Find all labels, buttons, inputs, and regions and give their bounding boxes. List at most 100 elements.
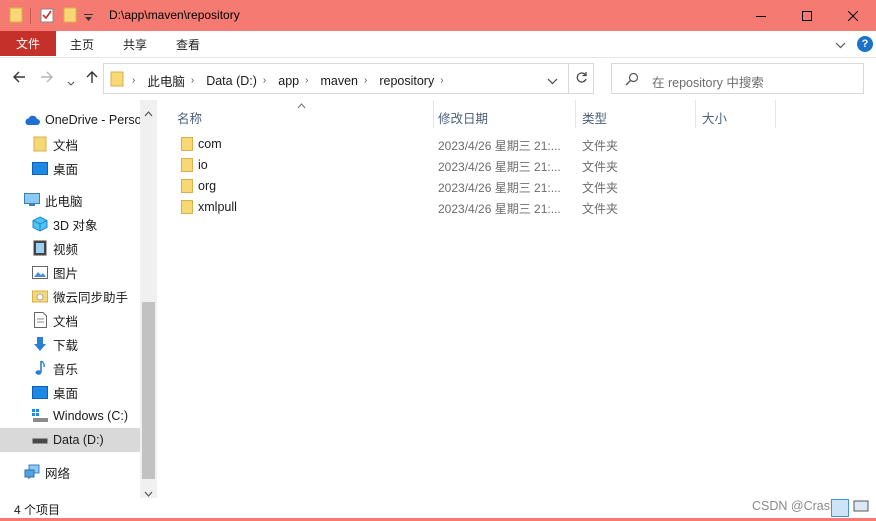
document-icon — [32, 312, 48, 328]
sidebar-item-this-pc[interactable]: 此电脑 — [0, 188, 140, 212]
column-divider[interactable] — [433, 100, 434, 128]
sidebar-item-label: 网络 — [45, 466, 71, 481]
forward-button[interactable] — [40, 70, 54, 87]
minimize-button[interactable] — [738, 0, 784, 31]
file-type: 文件夹 — [582, 202, 619, 216]
sidebar-item-label: 桌面 — [53, 162, 79, 177]
folder-icon — [181, 137, 193, 154]
drive-icon — [32, 432, 48, 448]
recent-locations-icon[interactable] — [67, 75, 75, 89]
sidebar-item-label: Data (D:) — [53, 433, 104, 447]
file-tab[interactable]: 文件 — [0, 31, 56, 56]
minimize-icon — [756, 11, 766, 21]
file-date: 2023/4/26 星期三 21:... — [438, 160, 561, 174]
list-item[interactable]: xmlpull 2023/4/26 星期三 21:... 文件夹 — [174, 197, 774, 218]
sidebar-item-onedrive[interactable]: OneDrive - Perso — [0, 108, 140, 132]
column-header-type[interactable]: 类型 — [582, 108, 607, 127]
sidebar-item-pictures[interactable]: 图片 — [0, 260, 140, 284]
sidebar-item-documents-onedrive[interactable]: 文档 — [0, 132, 140, 156]
column-header-name[interactable]: 名称 — [177, 108, 202, 127]
file-type: 文件夹 — [582, 139, 619, 153]
sidebar-item-network[interactable]: 网络 — [0, 460, 140, 484]
sidebar-item-label: 文档 — [53, 314, 79, 329]
sidebar-scrollbar[interactable] — [140, 100, 157, 498]
cloud-icon — [24, 112, 40, 128]
close-icon — [848, 10, 858, 21]
back-button[interactable] — [12, 70, 26, 87]
folder-icon — [181, 158, 193, 175]
sidebar-item-label: 文档 — [53, 138, 79, 153]
file-name: com — [198, 137, 222, 151]
chevron-right-icon[interactable]: › — [364, 75, 367, 86]
sidebar-item-label: 此电脑 — [45, 194, 83, 209]
sidebar-item-weiyun[interactable]: 微云同步助手 — [0, 284, 140, 308]
large-icons-view-button[interactable] — [853, 499, 871, 517]
desktop-icon — [32, 160, 48, 176]
search-icon — [625, 72, 639, 89]
new-folder-icon[interactable] — [63, 7, 77, 26]
sidebar-item-label: 音乐 — [53, 362, 79, 377]
chevron-right-icon[interactable]: › — [263, 75, 266, 86]
breadcrumb-app[interactable]: app — [278, 74, 299, 88]
details-view-button[interactable] — [831, 499, 849, 517]
scrollbar-thumb[interactable] — [142, 302, 155, 479]
maximize-icon — [802, 10, 812, 21]
breadcrumb-maven[interactable]: maven — [320, 74, 358, 88]
sidebar-item-windows-c[interactable]: Windows (C:) — [0, 404, 140, 428]
help-button[interactable]: ? — [857, 36, 873, 52]
sidebar-item-3d-objects[interactable]: 3D 对象 — [0, 212, 140, 236]
address-bar[interactable]: › 此电脑 › Data (D:) › app › maven › reposi… — [103, 63, 594, 94]
file-date: 2023/4/26 星期三 21:... — [438, 202, 561, 216]
scroll-up-icon[interactable] — [144, 106, 153, 120]
ribbon: 文件 主页 共享 查看 ? — [0, 31, 876, 58]
breadcrumb: › 此电脑 › Data (D:) › app › maven › reposi… — [110, 71, 456, 90]
computer-icon — [24, 192, 40, 208]
breadcrumb-repository[interactable]: repository — [379, 74, 434, 88]
video-icon — [32, 240, 48, 256]
download-icon — [32, 336, 48, 352]
tab-home[interactable]: 主页 — [70, 36, 94, 53]
chevron-right-icon[interactable]: › — [132, 75, 135, 86]
column-divider[interactable] — [775, 100, 776, 128]
sidebar-item-desktop[interactable]: 桌面 — [0, 380, 140, 404]
close-button[interactable] — [830, 0, 876, 31]
folder-icon — [181, 200, 193, 217]
maximize-button[interactable] — [784, 0, 830, 31]
sidebar-item-music[interactable]: 音乐 — [0, 356, 140, 380]
desktop-icon — [32, 384, 48, 400]
chevron-right-icon[interactable]: › — [440, 75, 443, 86]
column-divider[interactable] — [575, 100, 576, 128]
column-divider[interactable] — [695, 100, 696, 128]
tab-share[interactable]: 共享 — [123, 36, 147, 53]
list-item[interactable]: io 2023/4/26 星期三 21:... 文件夹 — [174, 155, 774, 176]
customize-toolbar-icon[interactable] — [84, 11, 93, 25]
file-name: io — [198, 158, 208, 172]
column-header-size[interactable]: 大小 — [702, 108, 727, 127]
sidebar-item-data-d[interactable]: Data (D:) — [0, 428, 140, 452]
navigation-pane: OneDrive - Perso 文档 桌面 此电脑 3D 对象 视频 图片 微… — [0, 100, 140, 498]
ribbon-expand-icon[interactable] — [835, 38, 846, 52]
sidebar-item-desktop-onedrive[interactable]: 桌面 — [0, 156, 140, 180]
breadcrumb-this-pc[interactable]: 此电脑 — [147, 71, 185, 90]
list-item[interactable]: org 2023/4/26 星期三 21:... 文件夹 — [174, 176, 774, 197]
search-input[interactable]: 在 repository 中搜索 — [652, 72, 764, 91]
chevron-right-icon[interactable]: › — [305, 75, 308, 86]
file-list: 名称 修改日期 类型 大小 com 2023/4/26 星期三 21:... 文… — [157, 100, 876, 498]
column-header-date[interactable]: 修改日期 — [438, 108, 488, 127]
sidebar-item-videos[interactable]: 视频 — [0, 236, 140, 260]
chevron-right-icon[interactable]: › — [191, 75, 194, 86]
up-button[interactable] — [86, 70, 98, 87]
search-box[interactable]: 在 repository 中搜索 — [611, 63, 864, 94]
folder-icon — [9, 7, 23, 26]
breadcrumb-data-d[interactable]: Data (D:) — [206, 74, 257, 88]
properties-icon[interactable] — [40, 7, 54, 26]
refresh-button[interactable] — [568, 64, 594, 93]
sidebar-item-downloads[interactable]: 下载 — [0, 332, 140, 356]
sidebar-item-label: 桌面 — [53, 386, 79, 401]
list-item[interactable]: com 2023/4/26 星期三 21:... 文件夹 — [174, 134, 774, 155]
tab-view[interactable]: 查看 — [176, 36, 200, 53]
folder-icon — [181, 179, 193, 196]
sidebar-item-documents[interactable]: 文档 — [0, 308, 140, 332]
file-name: org — [198, 179, 217, 193]
address-history-icon[interactable] — [547, 74, 558, 88]
